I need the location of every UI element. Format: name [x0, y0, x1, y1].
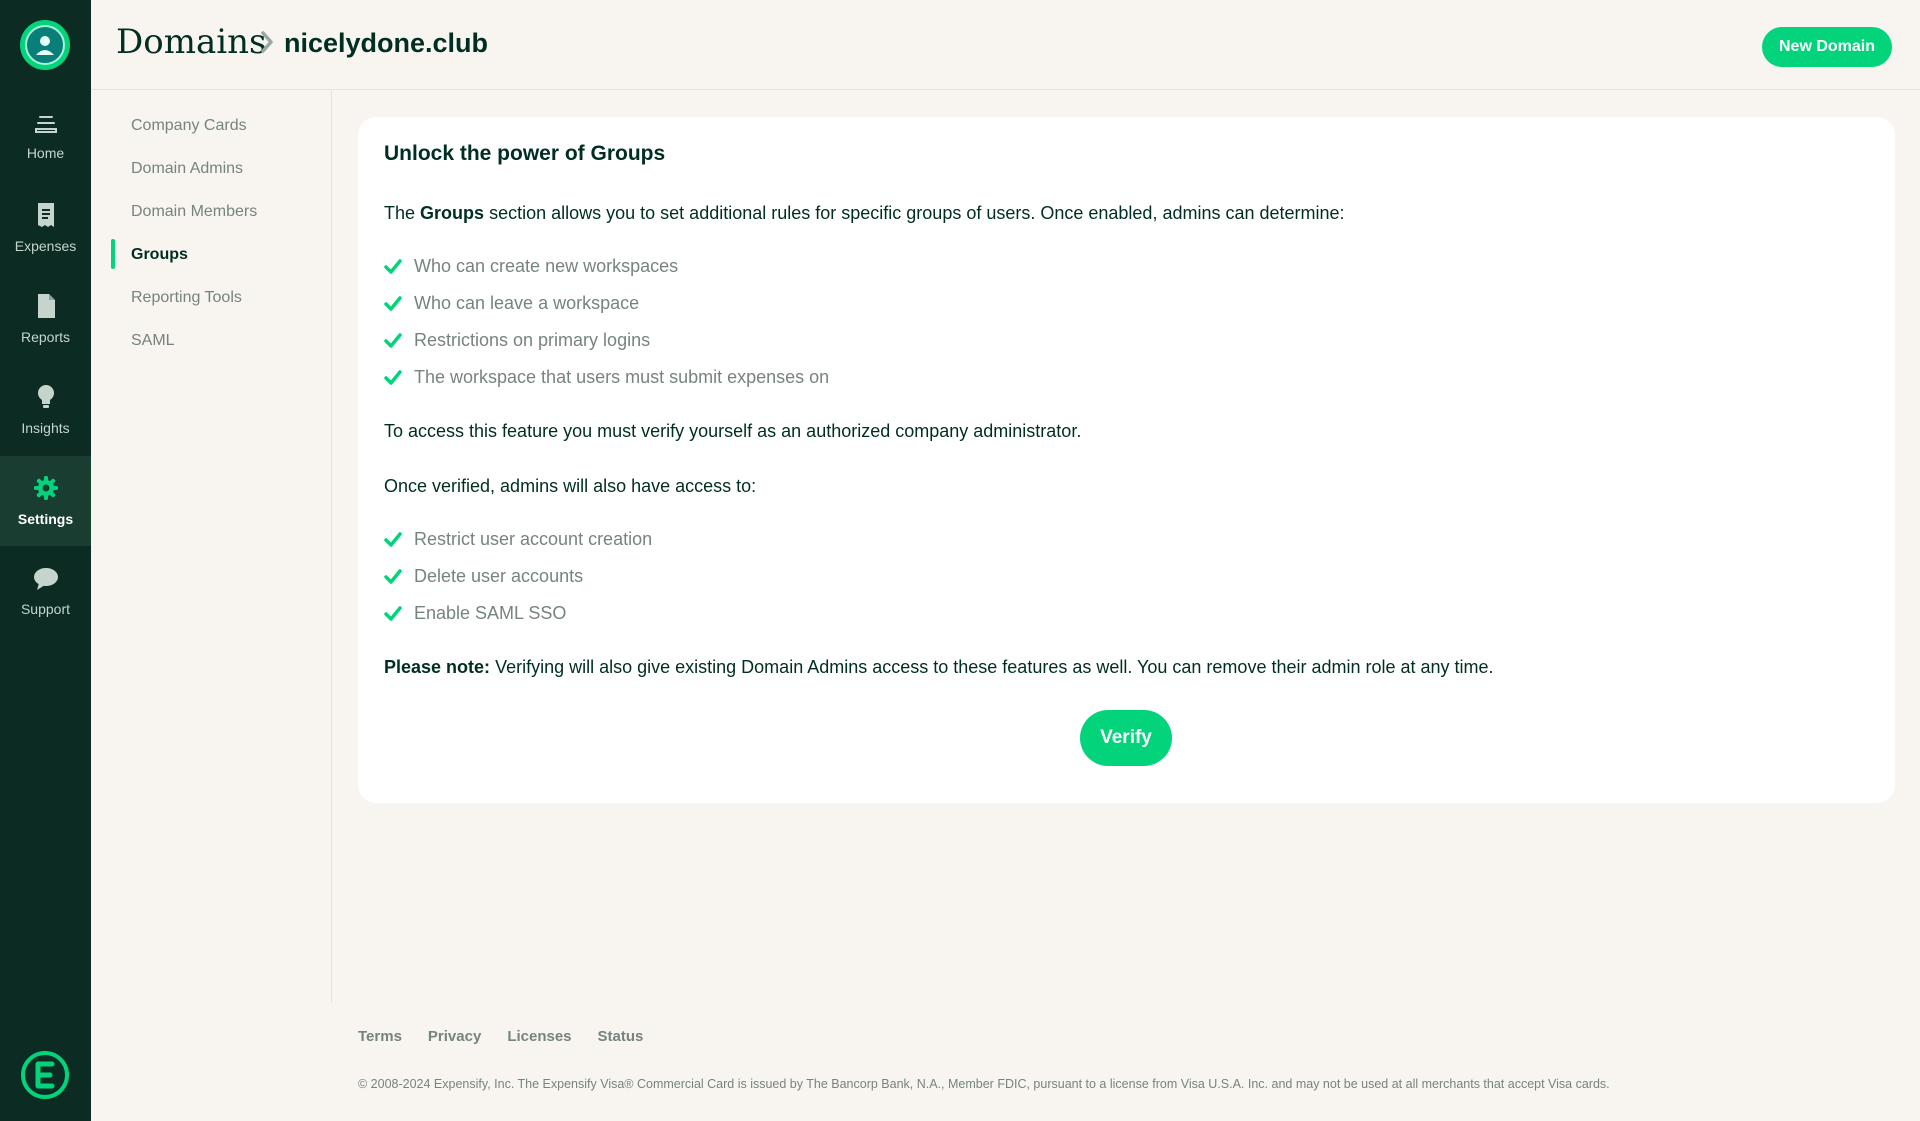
note-body: Verifying will also give existing Domain…	[495, 657, 1494, 677]
footer-link-privacy[interactable]: Privacy	[428, 1028, 481, 1045]
intro-text: The Groups section allows you to set add…	[384, 203, 1345, 224]
submenu-saml[interactable]: SAML	[131, 332, 175, 350]
page-header: Domains nicelydone.club New Domain	[91, 0, 1920, 90]
rule-text: Who can leave a workspace	[414, 293, 640, 313]
breadcrumb-domains[interactable]: Domains	[116, 22, 266, 62]
rule-item: Restrictions on primary logins	[384, 330, 650, 351]
feature-item: Delete user accounts	[384, 566, 583, 587]
rule-item: Who can leave a workspace	[384, 293, 639, 314]
checkmark-icon	[384, 605, 402, 621]
rule-item: The workspace that users must submit exp…	[384, 367, 829, 388]
feature-text: Delete user accounts	[414, 566, 584, 586]
feature-item: Enable SAML SSO	[384, 603, 566, 624]
receipt-icon	[37, 203, 54, 227]
feature-text: Enable SAML SSO	[414, 603, 567, 623]
rule-text: Restrictions on primary logins	[414, 330, 651, 350]
checkmark-icon	[384, 568, 402, 584]
submenu-domain-admins[interactable]: Domain Admins	[131, 160, 243, 178]
document-icon	[37, 294, 55, 318]
checkmark-icon	[384, 531, 402, 547]
access-text: To access this feature you must verify y…	[384, 421, 1082, 441]
expensify-logo-icon	[21, 1051, 69, 1099]
avatar-image	[25, 25, 65, 65]
nav-support-label: Support	[20, 601, 71, 617]
nav-settings-label: Settings	[17, 511, 74, 527]
footer-links: Terms Privacy Licenses Status	[358, 1028, 643, 1045]
intro-suffix: section allows you to set additional rul…	[489, 203, 1345, 223]
groups-upsell-card: Unlock the power of Groups The Groups se…	[358, 117, 1895, 803]
nav-insights-label: Insights	[21, 420, 70, 436]
rule-item: Who can create new workspaces	[384, 256, 678, 277]
note-text: Please note: Verifying will also give ex…	[384, 657, 1494, 678]
nav-home[interactable]: Home	[0, 92, 91, 182]
verify-button[interactable]: Verify	[1080, 710, 1172, 766]
lightbulb-icon	[37, 385, 54, 408]
chevron-right-icon	[261, 31, 273, 53]
nav-reports-label: Reports	[20, 329, 71, 345]
active-indicator	[111, 239, 115, 269]
note-label: Please note:	[384, 657, 491, 677]
submenu-reporting-tools[interactable]: Reporting Tools	[131, 289, 242, 307]
rule-text: The workspace that users must submit exp…	[414, 367, 830, 387]
chat-bubble-icon	[33, 568, 58, 590]
user-avatar[interactable]	[20, 20, 70, 70]
nav-expenses[interactable]: Expenses	[0, 183, 91, 273]
nav-settings[interactable]: Settings	[0, 456, 91, 546]
checkmark-icon	[384, 258, 402, 274]
legal-disclaimer: © 2008-2024 Expensify, Inc. The Expensif…	[358, 1077, 1610, 1091]
app-nav-rail: Home Expenses Reports Insights Settings …	[0, 0, 91, 1121]
intro-prefix: The	[384, 203, 416, 223]
user-icon	[36, 36, 54, 55]
new-domain-button[interactable]: New Domain	[1761, 27, 1892, 67]
submenu-groups[interactable]: Groups	[131, 246, 188, 264]
checkmark-icon	[384, 295, 402, 311]
submenu-company-cards[interactable]: Company Cards	[131, 117, 247, 135]
verified-intro-text: Once verified, admins will also have acc…	[384, 476, 757, 496]
footer-link-status[interactable]: Status	[598, 1028, 644, 1045]
feature-item: Restrict user account creation	[384, 529, 652, 550]
domain-settings-menu: Company Cards Domain Admins Domain Membe…	[91, 91, 332, 1003]
checkmark-icon	[384, 332, 402, 348]
nav-support[interactable]: Support	[0, 547, 91, 637]
nav-home-label: Home	[26, 145, 65, 161]
nav-reports[interactable]: Reports	[0, 274, 91, 364]
footer-link-terms[interactable]: Terms	[358, 1028, 402, 1045]
nav-expenses-label: Expenses	[14, 238, 77, 254]
footer-link-licenses[interactable]: Licenses	[507, 1028, 571, 1045]
breadcrumb-current-domain: nicelydone.club	[284, 28, 489, 58]
submenu-domain-members[interactable]: Domain Members	[131, 203, 257, 221]
home-icon	[34, 116, 57, 133]
card-title: Unlock the power of Groups	[384, 142, 666, 165]
gear-icon	[33, 476, 58, 500]
intro-bold: Groups	[420, 203, 485, 223]
nav-insights[interactable]: Insights	[0, 365, 91, 455]
rule-text: Who can create new workspaces	[414, 256, 679, 276]
checkmark-icon	[384, 369, 402, 385]
feature-text: Restrict user account creation	[414, 529, 653, 549]
